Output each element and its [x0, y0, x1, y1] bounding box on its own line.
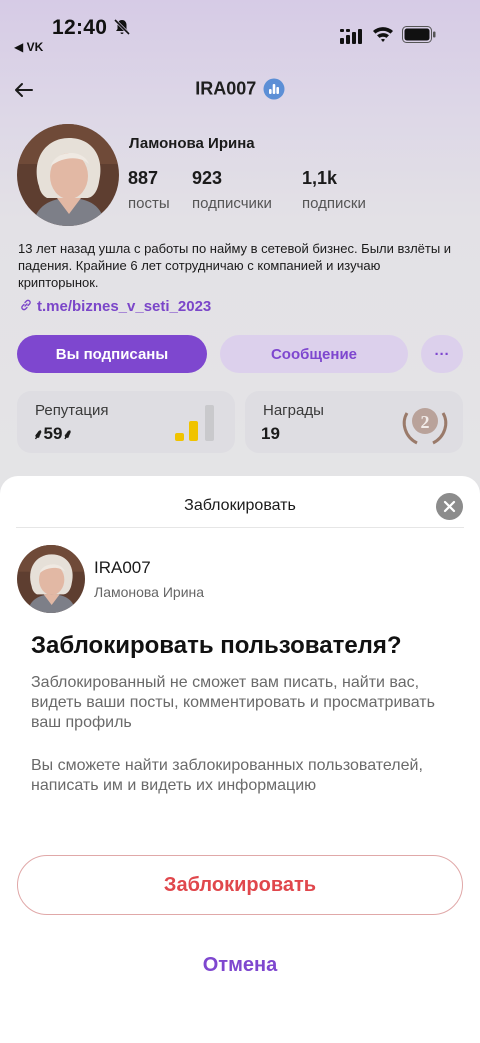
laurel-right-icon: ⸙ [62, 426, 73, 442]
profile-avatar[interactable] [17, 124, 119, 226]
profile-bio: 13 лет назад ушла с работы по найму в се… [18, 241, 452, 290]
stat-posts[interactable]: 887 посты [128, 168, 170, 212]
profile-link-text: t.me/biznes_v_seti_2023 [37, 298, 212, 315]
block-description: Заблокированный не сможет вам писать, на… [31, 674, 435, 731]
stat-followers-label: подписчики [192, 195, 272, 212]
award-badge-number: 2 [421, 412, 430, 432]
cellular-signal-icon [340, 29, 362, 44]
awards-title: Награды [263, 402, 324, 419]
block-headline: Заблокировать пользователя? [31, 632, 402, 659]
reputation-value-row: ⸙59⸙ [33, 424, 73, 444]
back-to-app-link[interactable]: ◀ VK [14, 40, 43, 54]
close-icon [443, 500, 456, 513]
award-medal-icon: 2 [402, 408, 448, 445]
block-button[interactable]: Заблокировать [17, 855, 463, 915]
awards-card[interactable]: Награды 19 2 [245, 391, 463, 453]
subscribed-button[interactable]: Вы подписаны [17, 335, 207, 373]
verified-badge-icon [263, 78, 285, 100]
reputation-value: 59 [43, 424, 63, 443]
sheet-divider [16, 527, 464, 528]
blocked-user-name: Ламонова Ирина [94, 584, 205, 600]
close-button[interactable] [436, 493, 463, 520]
battery-icon [402, 26, 436, 43]
message-button[interactable]: Сообщение [220, 335, 408, 373]
reputation-level-bars-icon [175, 405, 214, 441]
more-options-button[interactable]: ··· [421, 335, 463, 373]
header-username: IRA007 [195, 78, 257, 99]
block-bottom-sheet: Заблокировать IRA007 Ламонова Ирина Забл… [0, 476, 480, 1043]
status-bar: 12:40 ◀ VK [0, 0, 480, 60]
stat-following-value: 1,1k [302, 168, 338, 188]
profile-header: IRA007 [0, 74, 480, 108]
reputation-card[interactable]: Репутация ⸙59⸙ [17, 391, 235, 453]
more-dots-icon: ··· [434, 345, 450, 363]
stat-posts-label: посты [128, 195, 170, 212]
profile-link[interactable]: t.me/biznes_v_seti_2023 [19, 298, 211, 315]
stat-followers[interactable]: 923 подписчики [192, 168, 272, 212]
block-note: Вы сможете найти заблокированных пользов… [31, 757, 423, 794]
cancel-button[interactable]: Отмена [0, 954, 480, 977]
bell-muted-icon [113, 18, 131, 36]
laurel-left-icon: ⸙ [33, 426, 44, 442]
status-time: 12:40 [52, 16, 108, 39]
stat-posts-value: 887 [128, 168, 159, 188]
blocked-user-avatar [17, 545, 85, 613]
blocked-user-nick: IRA007 [94, 558, 151, 577]
stat-followers-value: 923 [192, 168, 223, 188]
profile-full-name: Ламонова Ирина [129, 135, 255, 152]
awards-value: 19 [261, 424, 280, 443]
sheet-title: Заблокировать [184, 497, 296, 514]
header-title: IRA007 [0, 78, 480, 100]
link-icon [21, 299, 31, 311]
stat-following[interactable]: 1,1k подписки [302, 168, 366, 212]
stat-following-label: подписки [302, 195, 366, 212]
reputation-title: Репутация [35, 402, 109, 419]
wifi-icon [373, 27, 393, 42]
